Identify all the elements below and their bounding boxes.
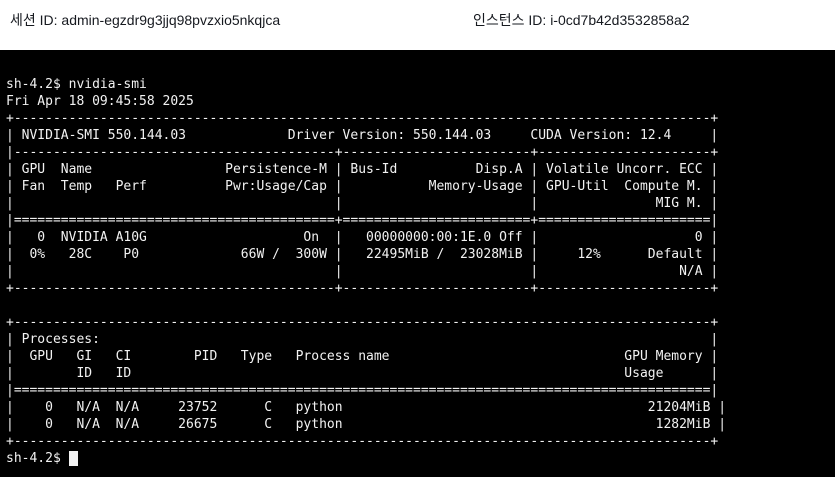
terminal-line: +---------------------------------------…	[6, 434, 719, 449]
terminal-line: | | | MIG M. |	[6, 196, 719, 211]
terminal-line: | 0 NVIDIA A10G On | 00000000:00:1E.0 Of…	[6, 230, 719, 245]
terminal-line: | Processes: |	[6, 332, 719, 347]
text-cursor	[68, 451, 78, 466]
terminal-line: | ID ID Usage |	[6, 366, 719, 381]
terminal-line: sh-4.2$ nvidia-smi	[6, 77, 147, 92]
terminal-line: | 0 N/A N/A 26675 C python 1282MiB |	[6, 417, 727, 432]
session-id-label: 세션 ID: admin-egzdr9g3jjq98pvzxio5nkqjca	[10, 12, 281, 28]
terminal-line: |=======================================…	[6, 383, 719, 398]
prompt-text: sh-4.2$	[6, 451, 61, 466]
terminal-line: |=======================================…	[6, 213, 719, 228]
terminal-line: | GPU Name Persistence-M | Bus-Id Disp.A…	[6, 162, 719, 177]
terminal-line: | 0 N/A N/A 23752 C python 21204MiB |	[6, 400, 727, 415]
instance-id-label: 인스턴스 ID: i-0cd7b42d3532858a2	[473, 12, 690, 28]
terminal-line: | 0% 28C P0 66W / 300W | 22495MiB / 2302…	[6, 247, 719, 262]
terminal-line: +---------------------------------------…	[6, 111, 719, 126]
terminal-line: | | | N/A |	[6, 264, 719, 279]
session-header: 세션 ID: admin-egzdr9g3jjq98pvzxio5nkqjca …	[0, 0, 835, 50]
terminal-line: |---------------------------------------…	[6, 145, 719, 160]
terminal-line: +---------------------------------------…	[6, 281, 719, 296]
terminal-line: | Fan Temp Perf Pwr:Usage/Cap | Memory-U…	[6, 179, 719, 194]
command-prompt[interactable]: sh-4.2$	[6, 450, 835, 467]
terminal-line: | NVIDIA-SMI 550.144.03 Driver Version: …	[6, 128, 719, 143]
terminal-line: +---------------------------------------…	[6, 315, 719, 330]
terminal-line: Fri Apr 18 09:45:58 2025	[6, 94, 194, 109]
terminal-window[interactable]: sh-4.2$ nvidia-smi Fri Apr 18 09:45:58 2…	[0, 50, 835, 477]
terminal-line: | GPU GI CI PID Type Process name GPU Me…	[6, 349, 719, 364]
